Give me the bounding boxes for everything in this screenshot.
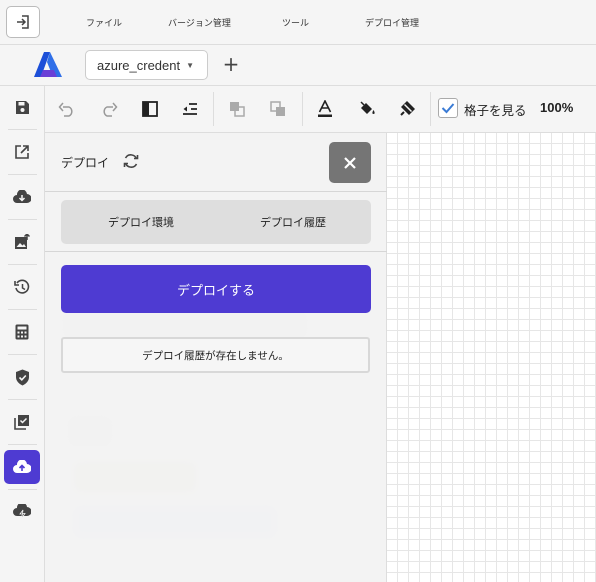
cloud-download-icon [13, 190, 31, 203]
exit-icon [17, 15, 29, 29]
calculator-icon [15, 324, 29, 340]
menu-file[interactable]: ファイル [86, 16, 122, 29]
paint-bucket-icon [360, 101, 375, 114]
checkmark-icon [441, 103, 455, 114]
refresh-icon[interactable] [122, 152, 140, 170]
send-backward-button[interactable] [267, 98, 289, 120]
redo-button[interactable] [98, 98, 120, 120]
divider [45, 251, 387, 252]
deploy-panel: デプロイ デプロイ環境 デプロイ履歴 デプロイする デプロイ履歴が存在しません。 [45, 133, 387, 582]
tab-deploy-environment[interactable]: デプロイ環境 [108, 214, 174, 230]
history-button[interactable] [4, 270, 40, 304]
panel-title: デプロイ [61, 156, 110, 170]
bring-forward-button[interactable] [226, 98, 248, 120]
menu-deploy-management[interactable]: デプロイ管理 [365, 16, 419, 29]
menu-version-control[interactable]: バージョン管理 [168, 16, 231, 29]
azure-logo [34, 52, 62, 81]
image-upload-icon [15, 234, 30, 249]
exit-button[interactable] [6, 6, 40, 38]
zoom-level[interactable]: 100% [540, 100, 573, 115]
send-backward-icon [270, 101, 285, 116]
close-icon [344, 156, 356, 169]
sidebar-toggle-icon [142, 101, 158, 117]
divider [45, 191, 387, 192]
deploy-sidebar-button[interactable] [4, 450, 40, 484]
editor-toolbar: 格子を見る 100% [45, 86, 596, 133]
grid-canvas[interactable] [387, 133, 596, 582]
cloud-bolt-icon [13, 504, 31, 520]
format-painter-button[interactable] [397, 98, 419, 120]
deploy-tabs: デプロイ環境 デプロイ履歴 [61, 200, 371, 244]
checklist-icon [14, 415, 29, 430]
deploy-button[interactable]: デプロイする [61, 265, 371, 313]
document-select-value: azure_credent [97, 57, 181, 73]
toggle-panel-button[interactable] [139, 98, 161, 120]
document-bar: azure_credent ▼ + [0, 45, 596, 86]
download-button[interactable] [4, 180, 40, 214]
cloud-action-button[interactable] [4, 495, 40, 529]
save-button[interactable] [4, 90, 40, 124]
caret-down-icon: ▼ [186, 60, 195, 70]
undo-button[interactable] [56, 98, 78, 120]
open-external-icon [15, 145, 29, 159]
history-icon [14, 279, 30, 294]
plus-icon: + [222, 52, 240, 76]
left-sidebar [0, 86, 45, 582]
save-icon [15, 100, 29, 114]
menu-bar: ファイル バージョン管理 ツール デプロイ管理 [0, 0, 596, 45]
calculator-button[interactable] [4, 315, 40, 349]
undo-icon [58, 102, 73, 117]
document-select[interactable]: azure_credent ▼ [85, 50, 208, 80]
shield-check-icon [15, 369, 29, 385]
tasks-button[interactable] [4, 405, 40, 439]
text-color-icon [318, 100, 332, 117]
outdent-button[interactable] [179, 98, 201, 120]
add-document-button[interactable]: + [220, 52, 242, 76]
tab-deploy-history[interactable]: デプロイ履歴 [260, 214, 326, 230]
text-color-button[interactable] [314, 98, 336, 120]
menu-tools[interactable]: ツール [282, 16, 309, 29]
grid-label: 格子を見る [464, 103, 527, 118]
image-button[interactable] [4, 225, 40, 259]
security-button[interactable] [4, 360, 40, 394]
cloud-upload-icon [13, 460, 31, 473]
outdent-icon [183, 103, 197, 115]
close-button[interactable] [329, 142, 371, 183]
redo-icon [103, 102, 118, 117]
empty-history-message: デプロイ履歴が存在しません。 [61, 337, 370, 373]
export-button[interactable] [4, 135, 40, 169]
fill-color-button[interactable] [356, 98, 378, 120]
grid-checkbox[interactable] [438, 98, 458, 118]
bring-forward-icon [230, 102, 245, 117]
eraser-icon [400, 101, 415, 116]
